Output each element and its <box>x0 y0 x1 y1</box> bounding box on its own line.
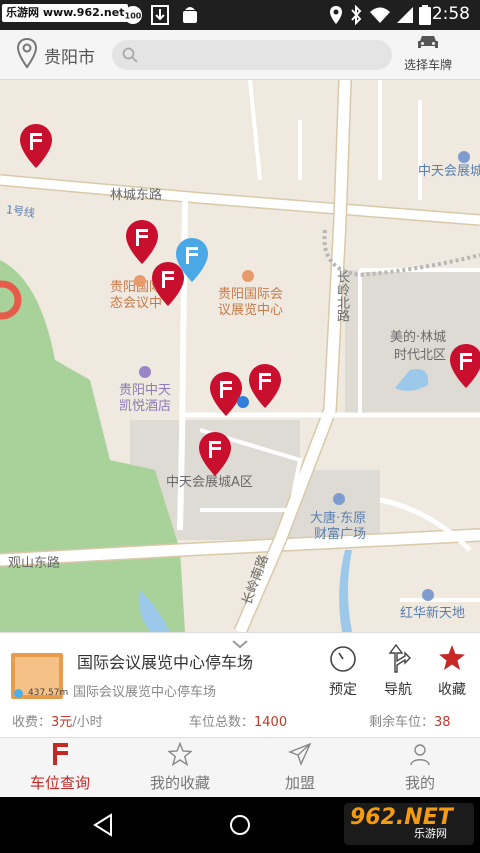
map-label-guanshan-east-road: 观山东路 <box>8 556 61 571</box>
fee-unit: /小时 <box>72 715 103 730</box>
top-bar: 贵阳市 选择车牌 <box>0 30 480 80</box>
map-label-changling-north-road: 长岭北路 <box>334 270 349 322</box>
star-icon <box>167 741 193 770</box>
reserve-button[interactable]: 预定 <box>318 643 368 699</box>
parking-info-card[interactable]: 国际会议展览中心停车场 国际会议展览中心停车场 预定 导航 收藏 收费：3元/小… <box>0 632 480 737</box>
site-logo: 962.NET 乐游网 <box>344 803 474 845</box>
total-label: 车位总数： <box>189 715 255 730</box>
hotel-poi-icon <box>139 363 151 382</box>
download-icon <box>151 5 169 25</box>
building-poi-icon <box>134 272 146 291</box>
reserve-label: 预定 <box>329 682 357 698</box>
parking-pin[interactable] <box>197 430 233 478</box>
star-filled-icon <box>437 645 467 677</box>
tab-join-label: 加盟 <box>284 774 315 792</box>
map-water-2 <box>339 550 352 632</box>
navigation-icon <box>383 643 413 677</box>
favorite-button[interactable]: 收藏 <box>427 643 477 699</box>
total-value: 1400 <box>254 715 288 730</box>
tab-favorites[interactable]: 我的收藏 <box>120 741 240 793</box>
battery-icon <box>419 5 431 25</box>
home-icon[interactable] <box>228 813 252 841</box>
status-bar: 乐游网 www.962.net 100 2:58 <box>0 0 480 30</box>
location-pin-icon <box>16 37 38 73</box>
clock: 2:58 <box>431 4 470 24</box>
lot-name: 国际会议展览中心停车场 <box>77 653 254 672</box>
remaining-label: 剩余车位： <box>369 715 435 730</box>
parking-pin[interactable] <box>448 342 480 390</box>
parking-pin[interactable] <box>247 362 283 410</box>
map-label-zhongtian-expo-city: 中天会展城 <box>418 164 480 179</box>
tab-parking-search[interactable]: 车位查询 <box>0 742 120 793</box>
map-label-lincheng-east-road: 林城东路 <box>110 188 163 203</box>
parking-pin[interactable] <box>124 218 160 266</box>
total-stat: 车位总数：1400 <box>189 711 287 730</box>
navigate-button[interactable]: 导航 <box>373 643 423 699</box>
map-label-expo-center-2: 议展览中心 <box>218 303 284 318</box>
watermark: 乐游网 www.962.net <box>2 4 129 22</box>
system-nav-bar: 962.NET 乐游网 <box>0 797 480 853</box>
battery-saver-badge: 100 <box>125 12 142 21</box>
city-name: 贵阳市 <box>44 47 95 68</box>
tab-favorites-label: 我的收藏 <box>149 774 210 792</box>
bottom-tab-bar: 车位查询 我的收藏 加盟 我的 <box>0 737 480 797</box>
battery-saver-icon: 100 <box>122 5 144 25</box>
person-icon <box>408 744 432 770</box>
lot-address: 国际会议展览中心停车场 <box>73 685 217 700</box>
favorite-label: 收藏 <box>438 682 466 698</box>
tab-profile[interactable]: 我的 <box>360 742 480 793</box>
remaining-stat: 剩余车位：38 <box>369 711 451 730</box>
bluetooth-icon <box>349 5 363 25</box>
site-logo-small: 乐游网 <box>414 827 447 840</box>
current-lot-pin[interactable] <box>174 236 210 284</box>
location-icon <box>328 5 344 25</box>
distance-badge: 437.57m <box>14 688 68 698</box>
map-view[interactable]: 林城东路 1号线 中天会展城 长岭北路 贵阳国际 态会议中 贵阳国际会 议展览中… <box>0 80 480 632</box>
parking-flag-icon <box>50 743 70 770</box>
tab-profile-label: 我的 <box>404 774 435 792</box>
signal-icon <box>396 5 414 25</box>
lot-stats: 收费：3元/小时 车位总数：1400 剩余车位：38 <box>0 711 480 731</box>
search-icon <box>122 47 138 67</box>
tab-parking-search-label: 车位查询 <box>29 774 90 792</box>
shopping-poi-icon <box>422 586 434 605</box>
timer-icon <box>328 646 358 677</box>
android-icon <box>181 5 199 25</box>
distance-dot-icon <box>14 688 23 698</box>
office-poi-icon <box>333 490 345 509</box>
tab-join[interactable]: 加盟 <box>240 742 360 793</box>
back-icon[interactable] <box>92 813 114 841</box>
map-label-datang-2: 财富广场 <box>314 527 367 542</box>
fee-label: 收费： <box>12 715 52 730</box>
remaining-value: 38 <box>434 715 451 730</box>
city-selector[interactable]: 贵阳市 <box>16 37 95 73</box>
road-lincheng-east <box>0 175 480 225</box>
map-label-meide-1: 美的·林城 <box>390 330 447 345</box>
fee-value: 3元 <box>51 715 73 730</box>
parking-pin[interactable] <box>18 122 54 170</box>
search-input[interactable] <box>112 40 392 70</box>
select-plate-label: 选择车牌 <box>403 58 452 72</box>
navigate-label: 导航 <box>384 682 412 698</box>
fee-stat: 收费：3元/小时 <box>12 711 103 730</box>
map-label-meide-2: 时代北区 <box>394 348 447 363</box>
select-plate-button[interactable]: 选择车牌 <box>398 34 458 73</box>
distance-value: 437.57m <box>28 688 69 698</box>
send-icon <box>288 742 312 770</box>
wifi-icon <box>369 5 391 25</box>
car-icon <box>417 35 439 54</box>
expo-poi-icon <box>458 148 470 167</box>
map-label-hotel-2: 凯悦酒店 <box>119 399 172 414</box>
museum-poi-icon <box>242 267 254 286</box>
